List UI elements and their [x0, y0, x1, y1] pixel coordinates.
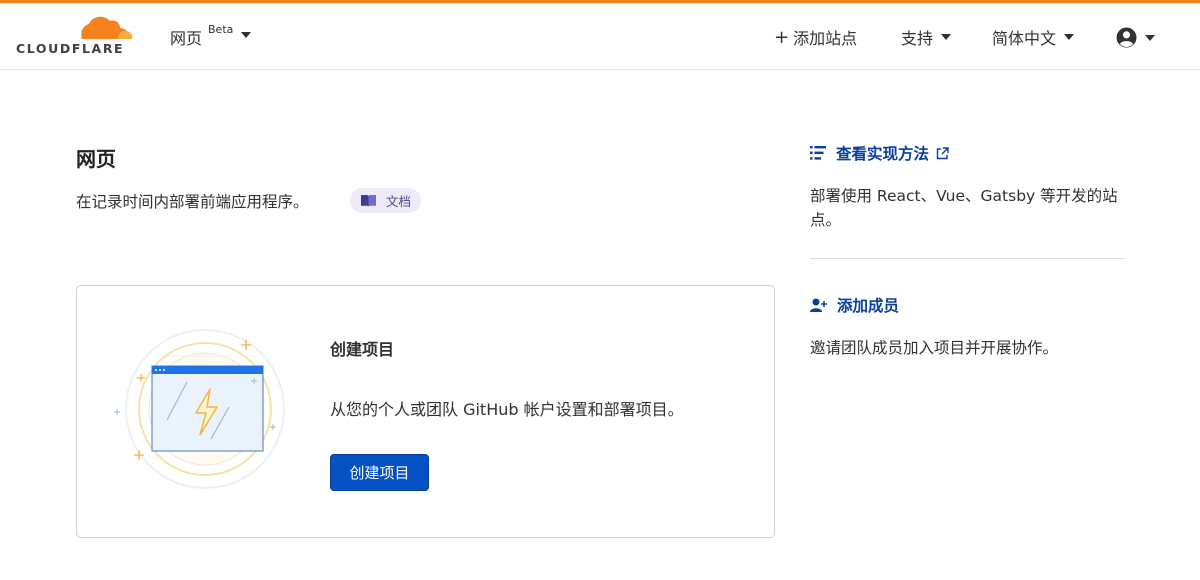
- create-project-card: 创建项目 从您的个人或团队 GitHub 帐户设置和部署项目。 创建项目: [76, 285, 775, 538]
- cloudflare-logo[interactable]: CLOUDFLARE: [16, 13, 136, 61]
- add-user-icon: [810, 298, 827, 312]
- how-it-works-text: 部署使用 React、Vue、Gatsby 等开发的站点。: [810, 187, 1118, 229]
- add-members-text: 邀请团队成员加入项目并开展协作。: [810, 339, 1059, 357]
- card-title: 创建项目: [330, 340, 395, 359]
- page-description: 在记录时间内部署前端应用程序。: [76, 193, 309, 211]
- support-menu[interactable]: 支持: [901, 25, 952, 49]
- user-account-menu[interactable]: [1116, 27, 1155, 48]
- language-label: 简体中文: [992, 29, 1057, 48]
- cloud-logo-icon: [81, 16, 133, 39]
- language-menu[interactable]: 简体中文: [992, 25, 1075, 49]
- add-site-label: 添加站点: [793, 29, 858, 48]
- create-project-button[interactable]: 创建项目: [330, 454, 429, 491]
- add-members-heading: 添加成员: [837, 297, 900, 315]
- product-switcher[interactable]: 网页 Beta: [170, 23, 252, 49]
- caret-down-icon: [1145, 34, 1155, 41]
- sidebar-divider: [810, 258, 1125, 259]
- plus-icon: +: [774, 26, 790, 48]
- book-icon: [361, 194, 376, 207]
- how-it-works-panel: 查看实现方法 部署使用 React、Vue、Gatsby 等开发的站点。: [810, 142, 1125, 232]
- docs-link[interactable]: 文档: [350, 188, 422, 213]
- list-icon: [810, 146, 826, 160]
- how-it-works-link[interactable]: 查看实现方法: [810, 142, 1125, 164]
- docs-label: 文档: [386, 194, 412, 209]
- product-name: 网页: [170, 29, 203, 48]
- lightning-browser-illustration: [114, 329, 285, 489]
- add-site-button[interactable]: + 添加站点: [774, 25, 857, 49]
- caret-down-icon: [241, 32, 252, 38]
- support-label: 支持: [901, 29, 934, 48]
- beta-badge: Beta: [208, 23, 234, 36]
- how-it-works-heading: 查看实现方法: [836, 145, 930, 163]
- top-navigation: CLOUDFLARE 网页 Beta + 添加站点 支持 简体中文: [0, 3, 1200, 70]
- external-link-icon: [936, 146, 949, 159]
- page-title: 网页: [76, 147, 116, 171]
- add-members-link[interactable]: 添加成员: [810, 294, 1125, 316]
- logo-wordmark: CLOUDFLARE: [16, 41, 125, 56]
- add-members-panel: 添加成员 邀请团队成员加入项目并开展协作。: [810, 294, 1125, 360]
- user-account-icon: [1116, 27, 1137, 48]
- caret-down-icon: [1064, 34, 1075, 40]
- card-description: 从您的个人或团队 GitHub 帐户设置和部署项目。: [330, 400, 684, 419]
- caret-down-icon: [941, 34, 952, 40]
